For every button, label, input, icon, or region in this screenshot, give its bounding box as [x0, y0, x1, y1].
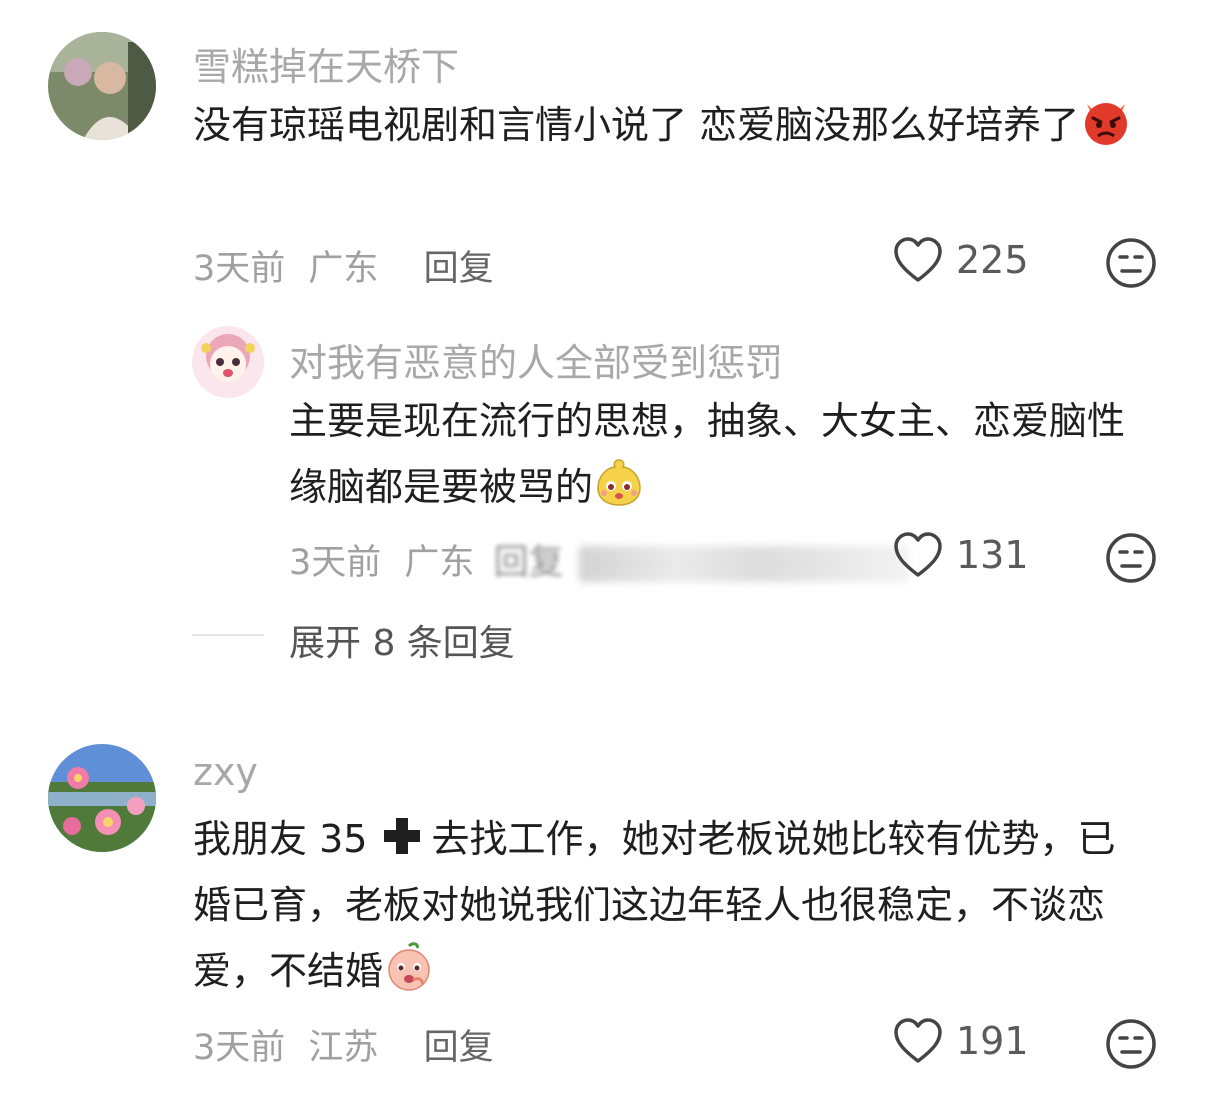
- reply-button[interactable]: 回复: [424, 249, 494, 289]
- comment-time: 3天前: [289, 543, 382, 583]
- comment-location: 广东: [308, 249, 379, 289]
- avatar[interactable]: [48, 32, 156, 140]
- comment-username[interactable]: 雪糕掉在天桥下: [193, 36, 459, 91]
- peach-face-emoji: [388, 942, 430, 991]
- dislike-face-icon[interactable]: [1105, 532, 1157, 584]
- avatar[interactable]: [48, 744, 156, 852]
- comment-username[interactable]: 对我有恶意的人全部受到惩罚: [289, 332, 783, 387]
- comment-meta: 3天前 广东 回复: [193, 240, 494, 291]
- reply-button[interactable]: 回复: [494, 543, 564, 583]
- like-count: 131: [956, 533, 1029, 577]
- redaction-blur: [578, 546, 909, 582]
- heart-icon: [894, 237, 942, 282]
- expand-divider: [192, 634, 264, 636]
- expand-replies-button[interactable]: 展开 8 条回复: [289, 614, 515, 666]
- reply-button[interactable]: 回复: [424, 1028, 494, 1068]
- dislike-face-icon[interactable]: [1105, 1018, 1157, 1070]
- heart-icon: [894, 1018, 942, 1063]
- avatar-photo-icon: [48, 32, 156, 140]
- comment-username[interactable]: zxy: [193, 750, 258, 794]
- like-button[interactable]: 225: [892, 236, 1029, 284]
- comment-location: 广东: [404, 543, 475, 583]
- plus-icon: [383, 818, 420, 854]
- comment-time: 3天前: [193, 1028, 286, 1068]
- angry-face-emoji: [1085, 103, 1128, 145]
- comment-location: 江苏: [308, 1028, 379, 1068]
- comment-time: 3天前: [193, 249, 286, 289]
- like-button[interactable]: 131: [892, 531, 1029, 579]
- comment-text: 主要是现在流行的思想，抽象、大女主、恋爱脑性缘脑都是要被骂的: [289, 399, 1126, 509]
- avatar-cartoon-icon: [192, 326, 264, 398]
- avatar[interactable]: [192, 326, 264, 398]
- heart-icon: [894, 532, 942, 577]
- comment-meta: 3天前 江苏 回复: [193, 1019, 494, 1070]
- avatar-flowers-icon: [48, 744, 156, 852]
- comment-meta: 3天前 广东 回复: [289, 534, 909, 585]
- dislike-face-icon[interactable]: [1105, 237, 1157, 289]
- yellow-blob-emoji: [597, 459, 641, 506]
- comment-text: 没有琼瑶电视剧和言情小说了 恋爱脑没那么好培养了: [193, 92, 1143, 158]
- like-count: 191: [956, 1019, 1029, 1063]
- like-button[interactable]: 191: [892, 1017, 1029, 1065]
- comment-text: 我朋友 35 去找工作，她对老板说她比较有优势，已婚已育，老板对她说我们这边年轻…: [193, 806, 1153, 1004]
- like-count: 225: [956, 238, 1029, 282]
